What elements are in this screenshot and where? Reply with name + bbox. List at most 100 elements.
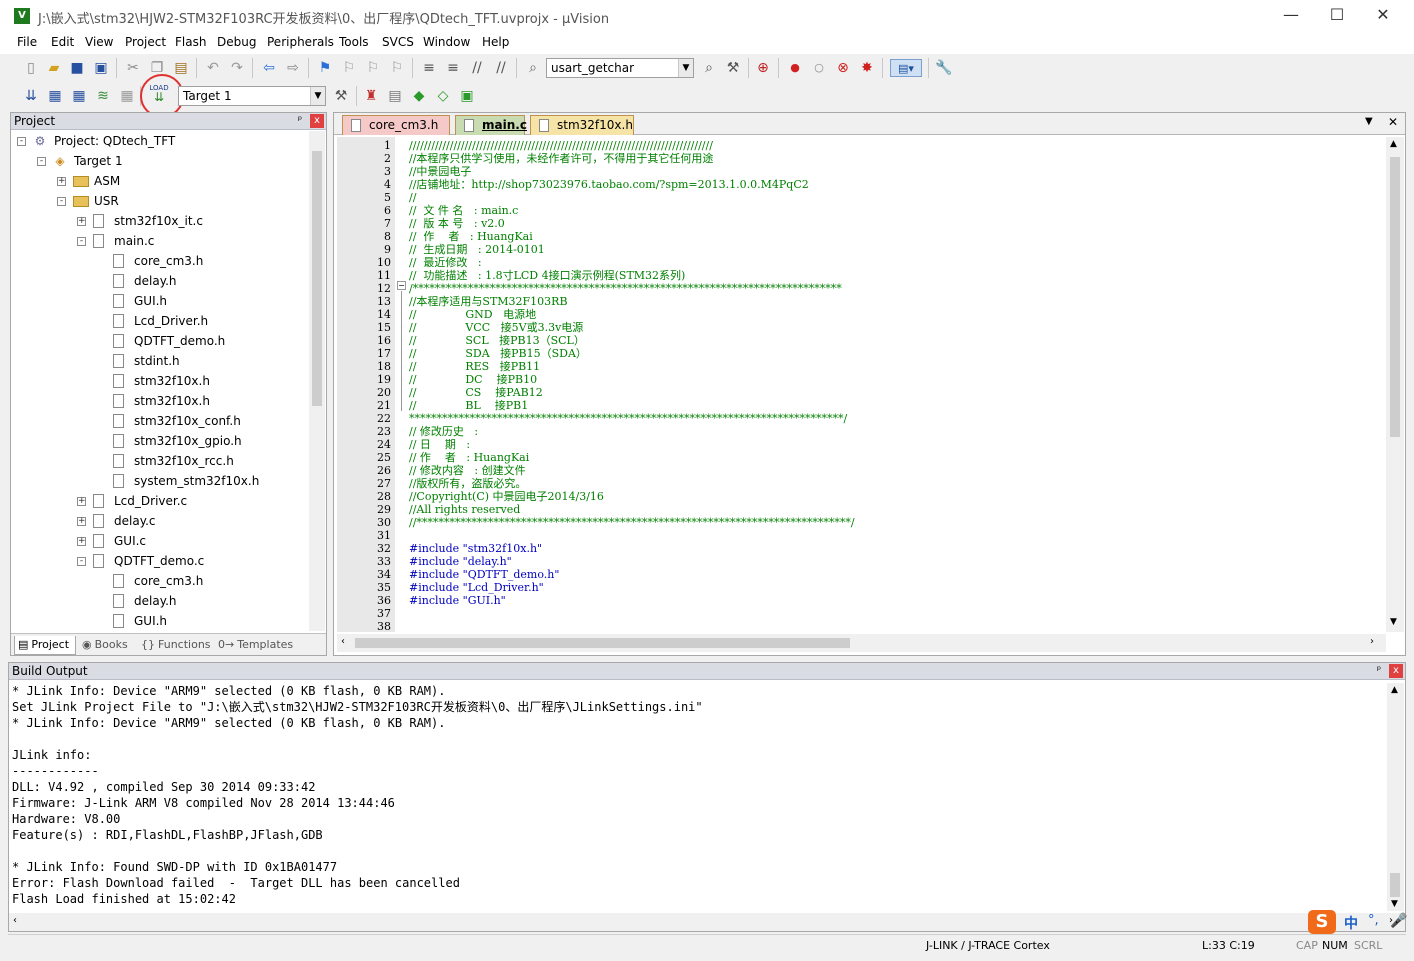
tree-item[interactable]: stm32f10x.h	[11, 391, 309, 411]
tree-item[interactable]: stm32f10x_rcc.h	[11, 451, 309, 471]
tree-item[interactable]: system_stm32f10x.h	[11, 471, 309, 491]
tree-item[interactable]: + GUI.c	[11, 531, 309, 551]
new-file-icon[interactable]: ▯	[22, 59, 40, 77]
tree-item[interactable]: delay.h	[11, 591, 309, 611]
manage-multiproject-icon[interactable]: ▤	[386, 87, 404, 105]
scroll-left-icon[interactable]: ‹	[341, 636, 345, 647]
find-in-files-icon[interactable]: ⌕	[524, 59, 542, 77]
collapse-icon[interactable]: -	[37, 157, 46, 166]
configure-icon[interactable]: 🔧	[935, 59, 953, 77]
fold-toggle-icon[interactable]: −	[397, 281, 406, 290]
tree-item[interactable]: - main.c	[11, 231, 309, 251]
scroll-down-icon[interactable]: ▼	[1391, 899, 1398, 909]
menu-flash[interactable]: Flash	[175, 35, 206, 49]
navigate-back-icon[interactable]: ⇦	[260, 59, 278, 77]
chevron-down-icon[interactable]: ▼	[310, 87, 325, 105]
undo-icon[interactable]: ↶	[204, 59, 222, 77]
close-tab-icon[interactable]: ✕	[1388, 115, 1398, 129]
redo-icon[interactable]: ↷	[228, 59, 246, 77]
ime-punct-toggle[interactable]: °,	[1368, 913, 1379, 928]
expand-icon[interactable]: +	[77, 217, 86, 226]
scrollbar-thumb[interactable]	[312, 151, 322, 406]
tab-project[interactable]: ▤ Project	[14, 636, 76, 655]
manage-project-items-icon[interactable]: ♜	[362, 87, 380, 105]
next-bookmark-icon[interactable]: ⚐	[364, 59, 382, 77]
tree-item[interactable]: core_cm3.h	[11, 251, 309, 271]
scroll-right-icon[interactable]: ›	[1370, 636, 1374, 647]
close-project-pane-button[interactable]: x	[310, 114, 324, 128]
select-software-packs-icon[interactable]: ◇	[434, 87, 452, 105]
tree-item[interactable]: core_cm3.h	[11, 571, 309, 591]
editor-tab[interactable]: main.c	[455, 115, 527, 135]
tree-item[interactable]: delay.h	[11, 271, 309, 291]
scroll-up-icon[interactable]: ▲	[1390, 139, 1397, 149]
menu-file[interactable]: File	[17, 35, 37, 49]
scroll-down-icon[interactable]: ▼	[1390, 617, 1397, 627]
menu-view[interactable]: View	[85, 35, 113, 49]
scrollbar-thumb[interactable]	[1390, 873, 1400, 897]
build-vscrollbar[interactable]: ▲ ▼	[1387, 683, 1404, 911]
tab-list-dropdown-icon[interactable]: ▼	[1365, 116, 1373, 127]
find-combo[interactable]: usart_getchar ▼	[546, 58, 694, 78]
indent-icon[interactable]: ≡	[420, 59, 438, 77]
tree-item[interactable]: stm32f10x_gpio.h	[11, 431, 309, 451]
tree-item[interactable]: + Lcd_Driver.c	[11, 491, 309, 511]
build-hscrollbar[interactable]: ‹ ›	[9, 913, 1405, 931]
find-icon[interactable]: ⌕	[700, 59, 718, 77]
chevron-down-icon[interactable]: ▼	[678, 59, 693, 77]
ime-lang-toggle[interactable]: 中	[1344, 913, 1358, 933]
debug-session-icon[interactable]: ⊕	[754, 59, 772, 77]
scrollbar-thumb[interactable]	[355, 638, 850, 648]
tab-templates[interactable]: 0→ Templates	[215, 636, 295, 655]
tree-item[interactable]: GUI.h	[11, 611, 309, 631]
build-icon[interactable]: ▦	[46, 87, 64, 105]
tree-item[interactable]: stm32f10x.h	[11, 371, 309, 391]
tree-item[interactable]: GUI.h	[11, 291, 309, 311]
expand-icon[interactable]: +	[77, 517, 86, 526]
close-build-pane-button[interactable]: x	[1389, 664, 1403, 678]
clear-bookmarks-icon[interactable]: ⚐	[388, 59, 406, 77]
code-editor[interactable]: 1 2 3 4 5 6 7 8 9 10 11 12 13 14 15 16 17 18 19 20 21 22 23 24 2…	[337, 137, 1382, 632]
tree-item[interactable]: + stm32f10x_it.c	[11, 211, 309, 231]
project-tree-scrollbar[interactable]	[309, 131, 325, 631]
menu-help[interactable]: Help	[482, 35, 509, 49]
rebuild-icon[interactable]: ▦	[70, 87, 88, 105]
menu-peripherals[interactable]: Peripherals	[267, 35, 334, 49]
cut-icon[interactable]: ✂	[124, 59, 142, 77]
menu-window[interactable]: Window	[423, 35, 470, 49]
editor-tab[interactable]: stm32f10x.h	[530, 115, 634, 135]
expand-icon[interactable]: +	[77, 537, 86, 546]
microphone-icon[interactable]: 🎤	[1390, 913, 1407, 929]
breakpoint-icon[interactable]: ●	[786, 59, 804, 77]
editor-vscrollbar[interactable]: ▲ ▼	[1386, 137, 1404, 632]
scroll-up-icon[interactable]: ▲	[1391, 685, 1398, 695]
menu-project[interactable]: Project	[125, 35, 166, 49]
menu-svcs[interactable]: SVCS	[382, 35, 414, 49]
close-window-button[interactable]: ✕	[1360, 0, 1406, 30]
tree-item[interactable]: stdint.h	[11, 351, 309, 371]
translate-icon[interactable]: ⇊	[22, 87, 40, 105]
expand-icon[interactable]: +	[77, 497, 86, 506]
collapse-icon[interactable]: -	[57, 197, 66, 206]
window-layout-icon[interactable]: ▤▾	[890, 59, 922, 77]
stop-build-icon[interactable]: ▦	[118, 87, 136, 105]
disable-breakpoint-icon[interactable]: ○	[810, 59, 828, 77]
tree-item[interactable]: - QDTFT_demo.c	[11, 551, 309, 571]
tree-item[interactable]: - USR	[11, 191, 309, 211]
collapse-icon[interactable]: -	[77, 237, 86, 246]
disable-all-breakpoints-icon[interactable]: ⊗	[834, 59, 852, 77]
bookmark-icon[interactable]: ⚑	[316, 59, 334, 77]
uncomment-icon[interactable]: //	[492, 59, 510, 77]
batch-build-icon[interactable]: ≋	[94, 87, 112, 105]
manage-run-time-env-icon[interactable]: ◆	[410, 87, 428, 105]
tree-item[interactable]: stm32f10x_conf.h	[11, 411, 309, 431]
pin-icon[interactable]: ᵖ	[293, 114, 307, 128]
incremental-find-icon[interactable]: ⚒	[724, 59, 742, 77]
collapse-icon[interactable]: -	[77, 557, 86, 566]
save-all-icon[interactable]: ▣	[92, 59, 110, 77]
paste-icon[interactable]: ▤	[172, 59, 190, 77]
ime-widget[interactable]: S 中 °, 🎤	[1306, 910, 1407, 934]
tree-item[interactable]: - ◈ Target 1	[11, 151, 309, 171]
target-options-icon[interactable]: ⚒	[332, 87, 350, 105]
tab-functions[interactable]: {} Functions	[138, 636, 212, 655]
